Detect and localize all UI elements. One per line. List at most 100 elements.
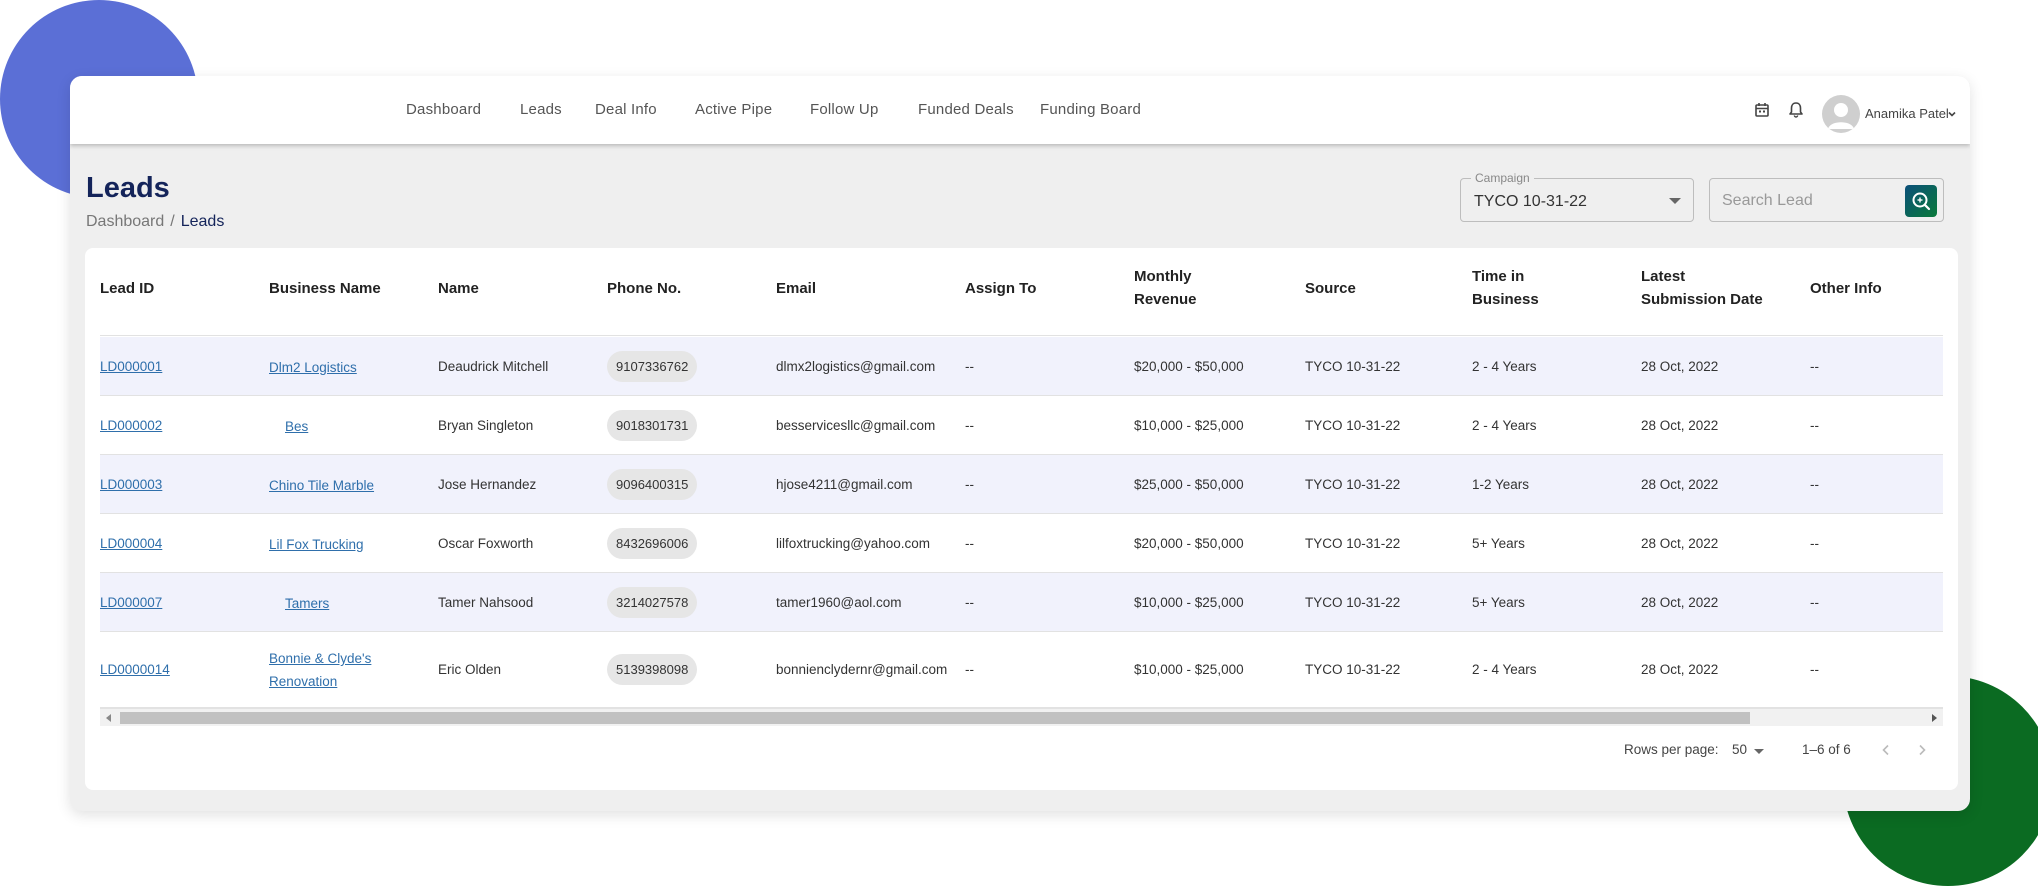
column-header-label: Latest [1641,268,1686,285]
source-cell: TYCO 10-31-22 [1305,418,1401,433]
other-info-cell: -- [1810,662,1819,677]
assign-to-cell: -- [965,662,974,677]
breadcrumb: Dashboard / Leads [86,213,224,231]
business-name-link[interactable]: Dlm2 Logistics [269,356,357,379]
business-name-link[interactable]: Tamers [285,592,329,615]
phone-chip: 9096400315 [607,469,698,500]
phone-chip: 8432696006 [607,528,698,559]
avatar[interactable] [1822,95,1860,133]
app-window: Dashboard Leads Deal Info Active Pipe Follow… [70,76,1970,811]
column-header-label: Email [776,280,817,297]
business-name-line: Dlm2 Logistics [269,359,357,375]
contact-name: Eric Olden [438,662,502,677]
column-header-label: Lead ID [100,280,155,297]
table-row: LD0000014 Bonnie & Clyde's Renovation Eric … [100,632,1943,708]
business-name-line: Bonnie & Clyde's [269,651,372,666]
campaign-value: TYCO 10-31-22 [1474,193,1587,210]
column-header-label: Assign To [965,280,1037,297]
lead-id-link[interactable]: LD000002 [100,418,162,433]
lead-id-link[interactable]: LD000007 [100,595,162,610]
column-header-label: Submission Date [1641,291,1763,308]
nav-item-funding-board[interactable]: Funding Board [1040,101,1141,118]
time-in-business-cell: 2 - 4 Years [1472,418,1537,433]
bell-icon[interactable] [1786,100,1806,120]
column-header-label: Monthly [1134,268,1192,285]
email-cell: lilfoxtrucking@yahoo.com [776,536,931,551]
scroll-left-arrow-icon[interactable] [106,714,111,722]
other-info-cell: -- [1810,477,1819,492]
business-name-link[interactable]: Chino Tile Marble [269,474,374,497]
monthly-revenue-cell: $25,000 - $50,000 [1134,477,1244,492]
column-header: Assign To [965,277,1036,300]
search-input[interactable] [1722,191,1902,211]
assign-to-cell: -- [965,595,974,610]
source-cell: TYCO 10-31-22 [1305,595,1401,610]
column-header-label: Source [1305,280,1356,297]
top-navbar: Dashboard Leads Deal Info Active Pipe Follow… [70,76,1970,144]
column-header-label: Revenue [1134,291,1197,308]
source-cell: TYCO 10-31-22 [1305,662,1401,677]
table-row: LD000001 Dlm2 Logistics Deaudrick Mitchell… [100,337,1943,396]
email-cell: tamer1960@aol.com [776,595,902,610]
horizontal-scrollbar[interactable] [100,708,1943,726]
submission-date-cell: 28 Oct, 2022 [1641,477,1719,492]
caret-down-icon[interactable] [1754,749,1764,754]
campaign-label: Campaign [1471,171,1534,185]
lead-id-link[interactable]: LD000001 [100,359,162,374]
email-cell: besservicesllc@gmail.com [776,418,936,433]
column-header-label: Business Name [269,280,381,297]
phone-chip: 3214027578 [607,587,698,618]
column-header: Phone No. [607,277,681,300]
business-name-line: Chino Tile Marble [269,477,375,493]
email-cell: bonnienclydernr@gmail.com [776,662,948,677]
column-header: Latest Submission Date [1641,265,1763,311]
nav-item-active-pipe[interactable]: Active Pipe [695,101,772,118]
table-row: LD000007 Tamers Tamer Nahsood 3214027578 tam… [100,573,1943,632]
business-name-link[interactable]: Lil Fox Trucking [269,533,364,556]
column-header: Other Info [1810,277,1882,300]
column-header: Email [776,277,816,300]
nav-item-leads[interactable]: Leads [520,101,562,118]
contact-name: Jose Hernandez [438,477,537,492]
business-name-link[interactable]: Bes [285,415,308,438]
other-info-cell: -- [1810,595,1819,610]
table-row: LD000003 Chino Tile Marble Jose Hernandez 9… [100,455,1943,514]
business-name-link[interactable]: Bonnie & Clyde's Renovation [269,647,371,693]
user-name[interactable]: Anamika Patel [1865,106,1949,121]
lead-id-link[interactable]: LD0000014 [100,662,170,677]
table-row: LD000004 Lil Fox Trucking Oscar Foxworth 84… [100,514,1943,573]
scrollbar-thumb[interactable] [120,712,1750,724]
column-header: Monthly Revenue [1134,265,1197,311]
phone-chip: 5139398098 [607,654,698,685]
table-row: LD000002 Bes Bryan Singleton 9018301731 bess… [100,396,1943,455]
nav-item-funded-deals[interactable]: Funded Deals [918,101,1014,118]
column-header-label: Name [438,280,479,297]
submission-date-cell: 28 Oct, 2022 [1641,359,1719,374]
nav-item-deal-info[interactable]: Deal Info [595,101,657,118]
breadcrumb-home[interactable]: Dashboard [86,213,164,230]
nav-item-follow-up[interactable]: Follow Up [810,101,879,118]
breadcrumb-current: Leads [180,213,225,230]
business-name-line: Tamers [285,595,330,611]
previous-page-icon[interactable] [1878,742,1894,758]
page-title: Leads [86,172,170,204]
rows-per-page-select[interactable]: 50 [1732,742,1747,757]
monthly-revenue-cell: $20,000 - $50,000 [1134,536,1244,551]
campaign-select[interactable]: Campaign TYCO 10-31-22 [1460,171,1694,222]
search-button[interactable] [1905,185,1937,217]
column-header: Time in Business [1472,265,1539,311]
scroll-right-arrow-icon[interactable] [1932,714,1937,722]
next-page-icon[interactable] [1914,742,1930,758]
source-cell: TYCO 10-31-22 [1305,536,1401,551]
submission-date-cell: 28 Oct, 2022 [1641,418,1719,433]
business-name-line: Renovation [269,674,338,689]
chevron-down-icon[interactable] [1946,107,1958,119]
calendar-icon[interactable] [1752,100,1772,120]
column-header-label: Time in [1472,268,1525,285]
monthly-revenue-cell: $10,000 - $25,000 [1134,595,1244,610]
lead-id-link[interactable]: LD000004 [100,536,162,551]
assign-to-cell: -- [965,359,974,374]
source-cell: TYCO 10-31-22 [1305,477,1401,492]
lead-id-link[interactable]: LD000003 [100,477,162,492]
nav-item-dashboard[interactable]: Dashboard [406,101,481,118]
